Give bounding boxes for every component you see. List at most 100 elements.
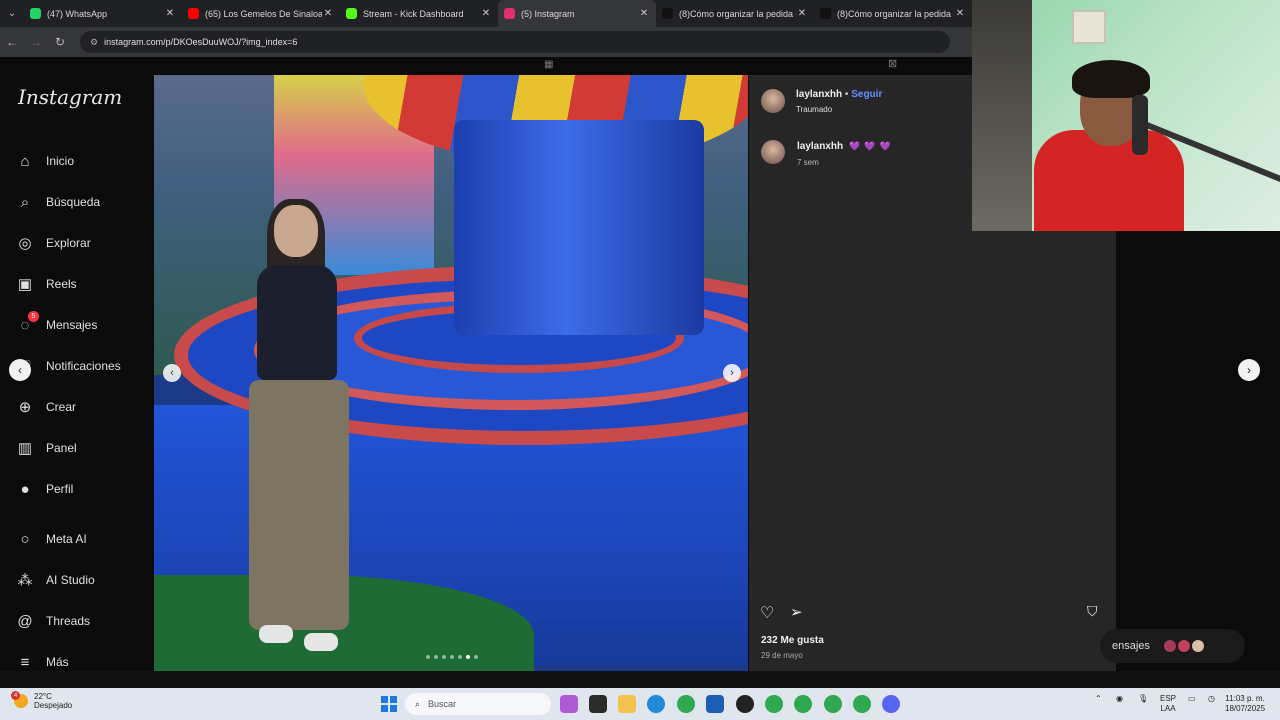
sidebar-item-más[interactable]: ≡ Más (16, 653, 69, 671)
sidebar-item-label: Threads (46, 614, 91, 628)
chrome-icon[interactable] (677, 695, 695, 713)
tab-close-icon[interactable]: ✕ (954, 8, 966, 19)
post-photo: ‹ › (154, 75, 748, 671)
sidebar-item-notificaciones[interactable]: ♡Notificaciones (16, 357, 120, 375)
sidebar-item-explorar[interactable]: ◎ Explorar (16, 234, 91, 252)
edge-icon[interactable] (647, 695, 665, 713)
chrome-profile-2-icon[interactable] (794, 695, 812, 713)
app-icon[interactable] (706, 695, 724, 713)
tab-search-chevron-icon[interactable]: ⌄ (0, 0, 24, 27)
follow-button[interactable]: Seguir (851, 89, 882, 100)
sidebar-item-label: AI Studio (46, 573, 95, 587)
sidebar-item-panel[interactable]: ▥ Panel (16, 439, 77, 457)
discord-icon[interactable] (882, 695, 900, 713)
reload-icon[interactable]: ↻ (48, 35, 72, 49)
sidebar-item-label: Más (46, 655, 69, 669)
weather-badge: 4 (11, 691, 20, 700)
sidebar-item-label: Crear (46, 400, 77, 414)
carousel-next-icon[interactable]: › (723, 364, 741, 382)
messages-chip[interactable]: ensajes (1100, 629, 1245, 663)
sidebar-item-perfil[interactable]: ● Perfil (16, 480, 73, 498)
caption-avatar[interactable] (761, 140, 785, 164)
back-arrow-icon[interactable]: ← (0, 35, 24, 49)
tab-close-icon[interactable]: ✕ (322, 8, 334, 19)
sidebar-item-búsqueda[interactable]: ⌕ Búsqueda (16, 193, 100, 211)
ai-studio-icon: ⁂ (17, 572, 33, 589)
clock-date: 18/07/2025 (1225, 704, 1266, 713)
prev-post-icon[interactable]: ‹ (9, 359, 31, 381)
post-date: 29 de mayo (761, 651, 803, 660)
obs-icon[interactable] (736, 695, 754, 713)
next-post-icon[interactable]: › (1238, 359, 1260, 381)
sidebar-item-label: Inicio (46, 154, 75, 168)
reels-icon: ▣ (17, 276, 33, 293)
browser-tab[interactable]: (8)Cómo organizar la pedida de ✕ (814, 0, 972, 27)
close-icon[interactable]: ⊠ (888, 57, 897, 70)
browser-tab[interactable]: (5) Instagram ✕ (498, 0, 656, 27)
address-bar[interactable]: ⚙ instagram.com/p/DKOesDuuWOJ/?img_index… (80, 31, 950, 53)
caption-line: laylanxhh 💜💜💜 (797, 141, 895, 152)
chrome-profile-3-icon[interactable] (824, 695, 842, 713)
sidebar-item-mensajes[interactable]: ◌ 5 Mensajes (16, 311, 97, 334)
carousel-dot (442, 655, 446, 659)
chrome-profile-4-icon[interactable] (853, 695, 871, 713)
author-username[interactable]: laylanxhh (796, 89, 842, 100)
store-icon[interactable] (589, 695, 607, 713)
copilot-icon[interactable] (560, 695, 578, 713)
tab-close-icon[interactable]: ✕ (480, 8, 492, 19)
caption-username[interactable]: laylanxhh (797, 141, 843, 152)
sidebar-item-crear[interactable]: ⊕ Crear (16, 398, 76, 416)
tab-close-icon[interactable]: ✕ (638, 8, 650, 19)
share-send-icon[interactable]: ➢ (790, 603, 803, 621)
search-icon: ⌕ (415, 698, 421, 709)
sidebar-item-label: Explorar (46, 236, 91, 250)
browser-tab[interactable]: (65) Los Gemelos De Sinaloa x F✕ (182, 0, 340, 27)
browser-tab[interactable]: Stream - Kick Dashboard ✕ (340, 0, 498, 27)
chart-icon: ▥ (17, 440, 33, 457)
site-info-icon[interactable]: ⚙ (90, 37, 98, 48)
menu-icon: ≡ (20, 653, 30, 671)
tray-app-icon[interactable]: ◉ (1116, 694, 1123, 704)
file-explorer-icon[interactable] (618, 695, 636, 713)
network-volume-icon[interactable]: ▭ (1188, 694, 1196, 704)
carousel-dot (458, 655, 462, 659)
tab-close-icon[interactable]: ✕ (164, 8, 176, 19)
whatsapp-icon (30, 8, 41, 19)
caption-time: 7 sem (797, 158, 819, 167)
meta-ai-icon: ○ (20, 530, 30, 548)
language-line2: LAA (1160, 704, 1176, 713)
tray-chevron-icon[interactable]: ⌃ (1095, 694, 1102, 704)
sidebar-item-reels[interactable]: ▣ Reels (16, 275, 77, 293)
forward-arrow-icon[interactable]: → (24, 35, 48, 49)
browser-toolbar: ← → ↻ ⚙ instagram.com/p/DKOesDuuWOJ/?img… (0, 27, 972, 57)
windows-start-icon[interactable] (381, 696, 397, 712)
browser-tab[interactable]: (8)Cómo organizar la pedida de ✕ (656, 0, 814, 27)
language-indicator[interactable]: ESP LAA (1160, 694, 1176, 714)
carousel-prev-icon[interactable]: ‹ (163, 364, 181, 382)
audio-label[interactable]: Traumado (796, 105, 832, 114)
microphone (1132, 95, 1148, 155)
sidebar-item-inicio[interactable]: ⌂ Inicio (16, 152, 74, 170)
tiktok-icon (662, 8, 673, 19)
taskbar-search[interactable]: ⌕ Buscar (405, 693, 551, 715)
sidebar-item-threads[interactable]: @ Threads (16, 612, 90, 630)
bookmark-icon[interactable]: ⛉ (1087, 603, 1098, 620)
tab-title: (8)Cómo organizar la pedida de (679, 8, 796, 19)
clock[interactable]: 11:03 p. m. 18/07/2025 (1225, 694, 1265, 714)
tab-title: Stream - Kick Dashboard (363, 8, 464, 19)
author-avatar[interactable] (761, 89, 785, 113)
carousel-dot (474, 655, 478, 659)
chrome-profile-icon[interactable] (765, 695, 783, 713)
instagram-logo[interactable]: Instagram (18, 85, 122, 109)
tab-close-icon[interactable]: ✕ (796, 8, 808, 19)
photo-tower (454, 120, 704, 335)
threads-icon: @ (17, 612, 33, 630)
sidebar-item-meta-ai[interactable]: ○ Meta AI (16, 530, 86, 548)
tray-mic-icon[interactable]: 🎙 (1138, 694, 1148, 704)
sidebar-item-ai-studio[interactable]: ⁂ AI Studio (16, 571, 95, 589)
language-line1: ESP (1160, 694, 1177, 703)
browser-tab[interactable]: (47) WhatsApp ✕ (24, 0, 182, 27)
weather-widget[interactable]: 4 22°C Despejado (11, 691, 72, 710)
likes-count[interactable]: 232 Me gusta (761, 635, 824, 646)
like-heart-icon[interactable]: ♡ (760, 603, 774, 623)
